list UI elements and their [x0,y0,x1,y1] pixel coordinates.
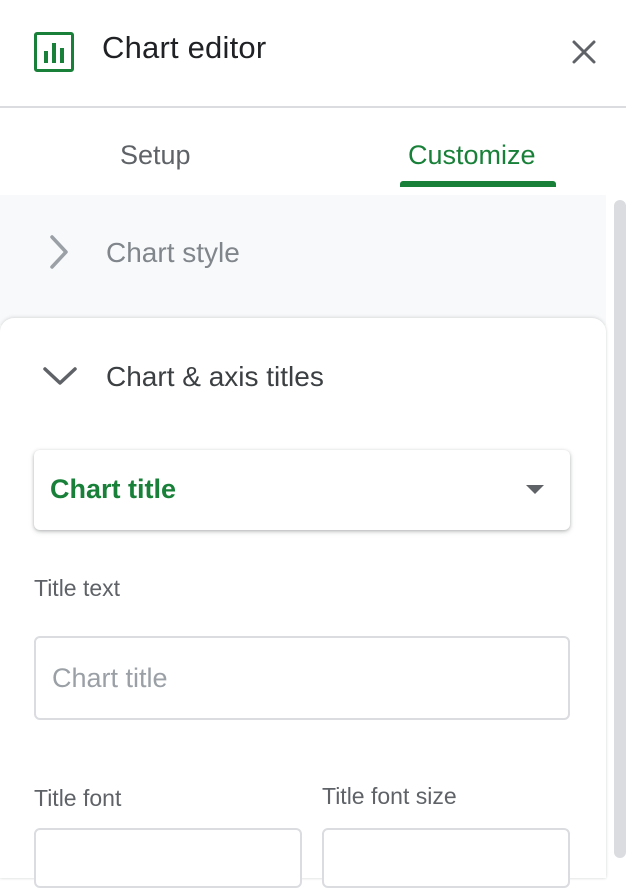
tab-setup[interactable]: Setup [120,140,191,171]
chart-style-label[interactable]: Chart style [106,237,240,269]
close-icon[interactable] [568,36,600,68]
title-type-dropdown[interactable]: Chart title [34,450,570,530]
title-font-select[interactable] [34,828,302,888]
title-text-label: Title text [34,575,121,601]
bar-chart-icon [34,32,74,72]
active-tab-indicator [400,181,556,187]
dropdown-selected-value: Chart title [50,474,177,504]
scrollbar[interactable] [614,200,626,858]
editor-title: Chart editor [102,30,267,65]
title-font-size-select[interactable] [322,828,570,888]
editor-header: Chart editor [0,0,626,108]
chart-style-section[interactable] [0,195,606,325]
chevron-down-icon[interactable] [42,362,78,390]
title-text-input[interactable] [34,636,570,720]
chart-axis-titles-label[interactable]: Chart & axis titles [106,361,324,393]
tab-customize[interactable]: Customize [408,140,536,171]
dropdown-caret-icon [526,485,544,494]
chevron-right-icon[interactable] [44,234,76,270]
title-font-label: Title font [34,785,122,811]
title-font-size-label: Title font size [322,783,457,809]
